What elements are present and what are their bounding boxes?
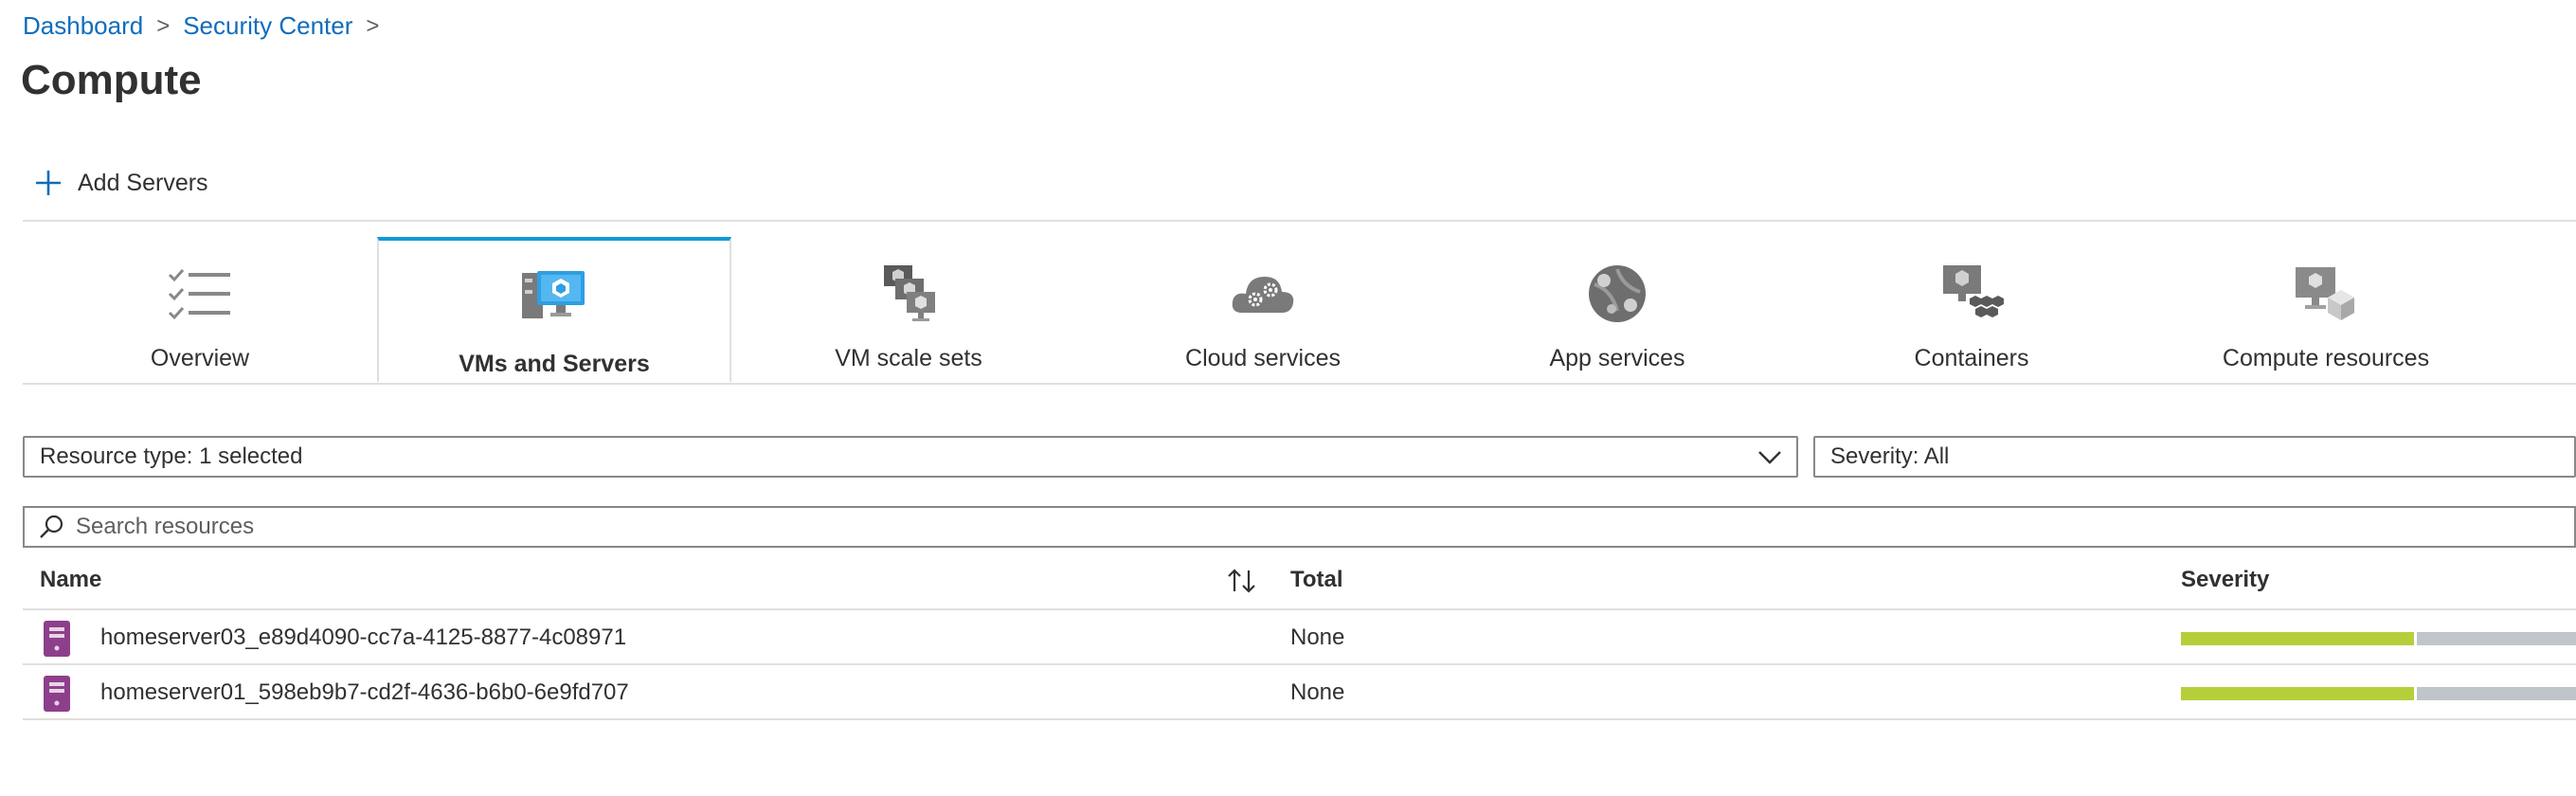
search-input[interactable]	[74, 513, 1783, 541]
app-services-icon	[1589, 265, 1646, 322]
severity-bar-low	[2181, 632, 2414, 645]
tab-vm-scale-sets-label: VM scale sets	[835, 345, 982, 371]
tab-containers-label: Containers	[1914, 345, 2029, 371]
tab-compute-resources[interactable]: Compute resources	[2149, 239, 2503, 383]
table-row[interactable]: homeserver03_e89d4090-cc7a-4125-8877-4c0…	[23, 611, 2576, 664]
severity-filter-label: Severity: All	[1830, 443, 1950, 469]
column-header-total[interactable]: Total	[1290, 567, 1343, 593]
column-header-name[interactable]: Name	[40, 567, 101, 593]
table-row[interactable]: homeserver01_598eb9b7-cd2f-4636-b6b0-6e9…	[23, 666, 2576, 719]
add-servers-button[interactable]: Add Servers	[34, 169, 208, 197]
resource-type-filter-label: Resource type: 1 selected	[40, 443, 303, 469]
tab-overview[interactable]: Overview	[23, 239, 377, 383]
column-header-severity[interactable]: Severity	[2181, 567, 2269, 593]
resource-name[interactable]: homeserver03_e89d4090-cc7a-4125-8877-4c0…	[100, 624, 626, 651]
severity-bar	[2181, 687, 2576, 700]
page-title: Compute	[21, 57, 202, 103]
toolbar-divider	[23, 220, 2576, 222]
resource-tabs: Overview VMs and Servers VM scale sets C…	[23, 237, 2576, 385]
tab-vms-and-servers[interactable]: VMs and Servers	[377, 237, 731, 383]
chevron-down-icon	[1758, 451, 1781, 464]
total-value: None	[1290, 679, 1345, 705]
cloud-services-icon	[1232, 277, 1294, 313]
severity-filter[interactable]: Severity: All	[1813, 436, 2576, 478]
resource-type-filter[interactable]: Resource type: 1 selected	[23, 436, 1798, 478]
breadcrumb: Dashboard > Security Center >	[23, 11, 392, 41]
search-icon	[40, 515, 63, 538]
server-icon	[44, 676, 70, 712]
table-divider	[23, 663, 2576, 665]
breadcrumb-security-center[interactable]: Security Center	[183, 11, 352, 41]
tab-app-services-label: App services	[1549, 345, 1685, 371]
tab-cloud-services-label: Cloud services	[1185, 345, 1341, 371]
tab-cloud-services[interactable]: Cloud services	[1086, 239, 1440, 383]
table-divider	[23, 718, 2576, 720]
resource-name[interactable]: homeserver01_598eb9b7-cd2f-4636-b6b0-6e9…	[100, 679, 629, 706]
severity-bar-remaining	[2417, 632, 2576, 645]
breadcrumb-dashboard[interactable]: Dashboard	[23, 11, 143, 41]
tab-vm-scale-sets[interactable]: VM scale sets	[731, 239, 1086, 383]
checklist-icon	[168, 268, 230, 320]
server-icon	[44, 621, 70, 657]
plus-icon	[36, 171, 61, 195]
add-servers-label: Add Servers	[78, 169, 208, 196]
severity-bar-low	[2181, 687, 2414, 700]
severity-bar	[2181, 632, 2576, 645]
vm-server-icon	[522, 271, 585, 318]
table-divider	[23, 608, 2576, 610]
total-value: None	[1290, 624, 1345, 650]
breadcrumb-separator: >	[156, 12, 171, 39]
vm-scale-sets-icon	[884, 265, 935, 321]
tab-vms-and-servers-label: VMs and Servers	[459, 351, 650, 377]
breadcrumb-separator: >	[366, 12, 380, 39]
tab-containers[interactable]: Containers	[1794, 239, 2149, 383]
tab-compute-resources-label: Compute resources	[2222, 345, 2430, 371]
tab-overview-label: Overview	[150, 345, 250, 371]
search-box[interactable]	[23, 506, 2576, 548]
sort-icon[interactable]	[1226, 567, 1258, 595]
tab-app-services[interactable]: App services	[1440, 239, 1794, 383]
containers-icon	[1943, 265, 2004, 317]
compute-resources-icon	[2296, 267, 2354, 320]
severity-bar-remaining	[2417, 687, 2576, 700]
